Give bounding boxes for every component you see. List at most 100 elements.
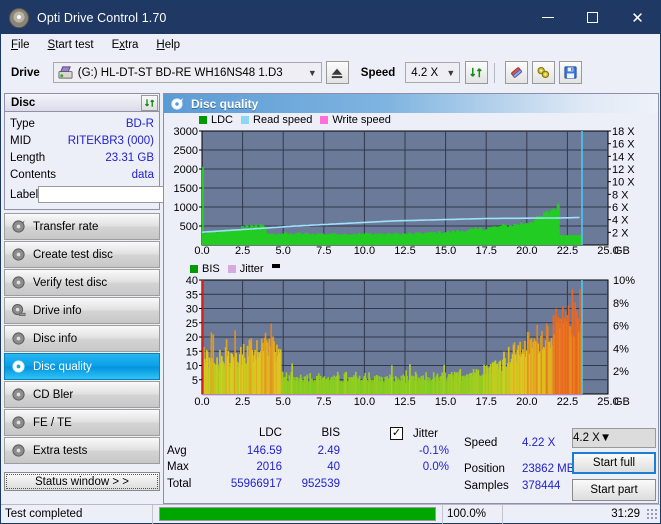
menu-file-rest: ile [18,39,30,51]
menu-item-extra[interactable]: Extra [112,39,139,51]
test-speed-value: 4.2 X [573,432,600,444]
svg-text:8 X: 8 X [612,189,629,201]
sidebar-item-disc-quality[interactable]: Disc quality [4,353,160,380]
refresh-button[interactable] [465,61,489,84]
svg-text:25: 25 [186,318,198,330]
sidebar-item-extra-tests[interactable]: Extra tests [4,437,160,464]
disc-refresh-button[interactable] [141,94,158,111]
status-window-button[interactable]: Status window > > [4,472,160,491]
app-window: Opti Drive Control 1.70 ✕ File Start tes… [0,0,661,524]
svg-text:4 X: 4 X [612,215,629,227]
elapsed-time: 31:29 [611,508,640,520]
disc-key-mid: MID [10,134,32,147]
svg-text:0.0: 0.0 [194,396,209,408]
test-speed-select[interactable]: 4.2 X ▼ [572,428,656,448]
legend-swatch-marker [271,264,280,268]
svg-text:15.0: 15.0 [435,245,456,257]
close-icon: ✕ [631,9,644,27]
sidebar-item-transfer-rate[interactable]: Transfer rate [4,213,160,240]
progress-track [159,507,436,521]
svg-text:14 X: 14 X [612,151,635,163]
disc-panel-body: Type BD-R MID RITEKBR3 (000) Length 23.3… [4,112,241,210]
toolbar-divider [494,62,496,83]
position-stat-value: 23862 MB [522,463,575,475]
svg-text:7.5: 7.5 [316,396,331,408]
disc-row-mid: MID RITEKBR3 (000) [10,132,154,149]
menu-item-start-test[interactable]: Start test [48,39,94,51]
sidebar-item-create-test-disc[interactable]: Create test disc [4,241,160,268]
progress-bar [153,504,443,524]
svg-text:2000: 2000 [174,164,198,176]
sidebar-item-fe-te[interactable]: FE / TE [4,409,160,436]
svg-text:17.5: 17.5 [475,245,496,257]
svg-text:GB: GB [614,245,630,257]
start-full-button[interactable]: Start full [572,452,656,474]
jitter-checkbox[interactable]: ✓ [390,427,403,440]
svg-text:2500: 2500 [174,145,198,157]
jitter-label: Jitter [413,428,438,440]
sidebar-item-cd-bler[interactable]: CD Bler [4,381,160,408]
stats-avg-bis: 2.49 [317,445,340,457]
stats-row-label-avg: Avg [167,445,187,457]
menu-item-help[interactable]: Help [156,39,180,51]
svg-text:2.5: 2.5 [235,396,250,408]
tools-button[interactable] [532,61,556,84]
speed-select[interactable]: 4.2 X ▼ [405,62,461,83]
stats-total-bis: 952539 [301,478,340,490]
panel-header: Disc quality [164,94,658,113]
start-part-button[interactable]: Start part [572,479,656,501]
disc-row-length: Length 23.31 GB [10,149,154,166]
menu-item-file[interactable]: File [11,39,30,51]
sidebar-item-verify-test-disc[interactable]: Verify test disc [4,269,160,296]
drive-toolbar: Drive (G:) HL-DT-ST BD-RE WH16NS48 1.D3 … [1,56,660,89]
svg-text:30: 30 [186,304,198,316]
minimize-button[interactable] [525,1,570,34]
eject-icon [332,68,343,78]
svg-text:10.0: 10.0 [354,396,375,408]
stats-row-label-total: Total [167,478,192,490]
status-bar: Test completed 100.0% 31:29 [1,504,660,524]
drive-icon [58,65,73,80]
legend-swatch-jitter [227,265,236,273]
disc-key-contents: Contents [10,168,57,181]
svg-text:20.0: 20.0 [516,245,537,257]
svg-text:35: 35 [186,289,198,301]
speed-stat-value: 4.22 X [522,437,556,449]
progress-fill [160,508,435,520]
sidebar-item-label: CD Bler [33,388,74,401]
drive-select[interactable]: (G:) HL-DT-ST BD-RE WH16NS48 1.D3 ▼ [52,62,322,83]
sidebar-item-disc-info[interactable]: Disc info [4,325,160,352]
eraser-icon [511,67,523,78]
tools-icon [537,66,550,79]
bis-chart-canvas: 5 10 15 20 25 30 35 40 2% 4% 6% 8% 10% [186,276,635,396]
bis-chart-xaxis: 0.0 2.5 5.0 7.5 10.0 12.5 15.0 17.5 20.0 22.5 25.0… [194,396,630,408]
status-message: Test completed [1,504,153,524]
svg-text:2 X: 2 X [612,227,629,239]
disc-panel-title: Disc [11,96,36,109]
eject-button[interactable] [325,61,349,84]
sidebar-item-drive-info[interactable]: Drive info [4,297,160,324]
svg-text:2.5: 2.5 [235,245,250,257]
save-button[interactable] [559,61,583,84]
maximize-button[interactable] [570,1,615,34]
resize-grip[interactable] [646,508,658,520]
legend-label-write-speed: Write speed [332,114,391,126]
refresh-icon [470,67,483,78]
svg-text:22.5: 22.5 [557,396,578,408]
svg-text:3000: 3000 [174,127,198,138]
save-icon [564,66,577,79]
erase-button[interactable] [505,61,529,84]
close-button[interactable]: ✕ [615,1,660,34]
chevron-down-icon: ▼ [307,67,317,78]
stats-header-ldc: LDC [258,427,282,439]
svg-text:500: 500 [180,221,198,233]
speed-value: 4.2 X [411,66,439,79]
disc-value-type: BD-R [125,117,154,130]
svg-text:15: 15 [186,346,198,358]
disc-key-type: Type [10,117,35,130]
svg-text:6%: 6% [613,321,629,333]
disc-key-length: Length [10,151,46,164]
disc-value-mid: RITEKBR3 (000) [67,134,154,147]
menu-help-rest: elp [164,39,181,51]
svg-text:10: 10 [186,361,198,373]
